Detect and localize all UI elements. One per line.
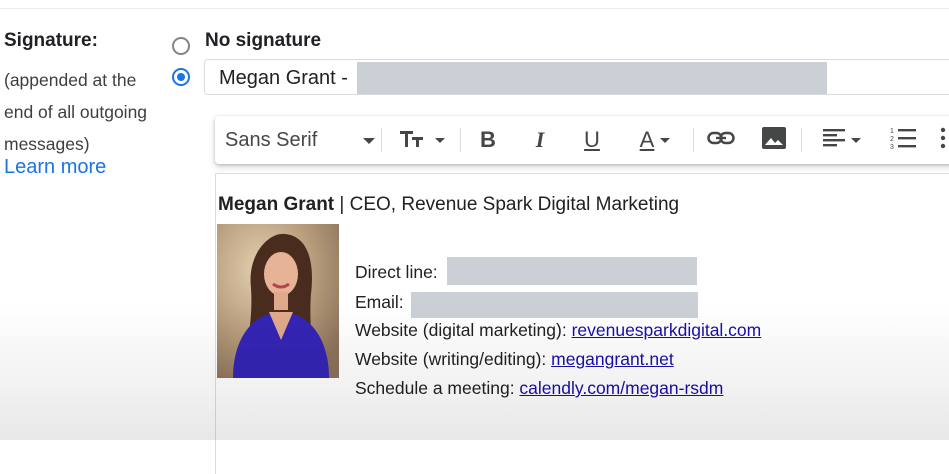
meeting-label: Schedule a meeting: (355, 378, 520, 398)
website-writing-link[interactable]: megangrant.net (551, 349, 674, 369)
svg-text:1: 1 (890, 128, 894, 135)
text-color-button[interactable]: A (627, 116, 683, 164)
text-color-icon: A (639, 127, 655, 152)
toolbar-divider (381, 128, 382, 152)
website-marketing-link[interactable]: revenuesparkdigital.com (572, 320, 762, 340)
website-writing-label: Website (writing/editing): (355, 349, 552, 369)
svg-text:3: 3 (890, 144, 894, 150)
signature-description: (appended at the end of all outgoing mes… (4, 64, 179, 160)
no-signature-radio[interactable] (172, 37, 190, 55)
no-signature-label[interactable]: No signature (205, 30, 321, 52)
toolbar-divider (460, 128, 461, 152)
toolbar-divider (801, 128, 802, 152)
italic-icon: I (535, 127, 545, 152)
description-line: (appended at the (4, 70, 137, 90)
meeting-link[interactable]: calendly.com/megan-rsdm (519, 378, 723, 398)
signature-radio-selected[interactable] (172, 68, 190, 86)
numbered-list-button[interactable]: 123 (885, 116, 921, 164)
redacted-block (411, 292, 698, 318)
insert-link-button[interactable] (703, 116, 739, 164)
signature-name-select[interactable]: Megan Grant - (204, 59, 949, 95)
meeting-row: Schedule a meeting: calendly.com/megan-r… (355, 378, 723, 399)
signature-label: Signature: (4, 30, 98, 51)
email-label: Email: (355, 292, 404, 312)
learn-more-link[interactable]: Learn more (4, 156, 106, 179)
text-size-button[interactable] (391, 116, 453, 164)
more-icon (940, 127, 946, 154)
signature-name: Megan Grant (218, 194, 335, 215)
underline-button[interactable]: U (577, 116, 607, 164)
numbered-list-icon: 123 (890, 126, 916, 155)
more-options-button[interactable] (931, 116, 949, 164)
chevron-down-icon (660, 137, 671, 143)
top-divider (0, 8, 949, 9)
website-marketing-label: Website (digital marketing): (355, 320, 572, 340)
svg-text:2: 2 (890, 136, 894, 143)
formatting-toolbar: Sans Serif B I U A 1 2 3 (215, 116, 949, 164)
profile-photo (217, 224, 339, 378)
signature-title: | CEO, Revenue Spark Digital Marketing (334, 194, 680, 215)
font-family-select[interactable]: Sans Serif (225, 116, 375, 164)
chevron-down-icon (363, 138, 375, 144)
align-icon (823, 128, 845, 152)
align-button[interactable] (811, 116, 873, 164)
image-icon (762, 126, 786, 154)
chevron-down-icon (851, 137, 861, 143)
email-row: Email: (355, 292, 404, 313)
redacted-block (447, 257, 697, 285)
direct-line-row: Direct line: (355, 262, 438, 283)
description-line: end of all outgoing (4, 102, 148, 122)
signature-name-value: Megan Grant - (219, 67, 348, 89)
signature-header: Megan Grant | CEO, Revenue Spark Digital… (218, 194, 679, 216)
insert-image-button[interactable] (756, 116, 792, 164)
toolbar-divider (693, 128, 694, 152)
link-icon (707, 130, 735, 151)
italic-button[interactable]: I (525, 116, 555, 164)
bold-icon: B (480, 127, 496, 152)
underline-icon: U (584, 127, 600, 152)
text-size-icon (399, 127, 429, 154)
direct-line-label: Direct line: (355, 262, 438, 282)
font-family-value: Sans Serif (225, 128, 318, 151)
bold-button[interactable]: B (473, 116, 503, 164)
redacted-block (357, 62, 827, 94)
website-writing-row: Website (writing/editing): megangrant.ne… (355, 349, 674, 370)
website-marketing-row: Website (digital marketing): revenuespar… (355, 320, 761, 341)
chevron-down-icon (435, 137, 445, 143)
